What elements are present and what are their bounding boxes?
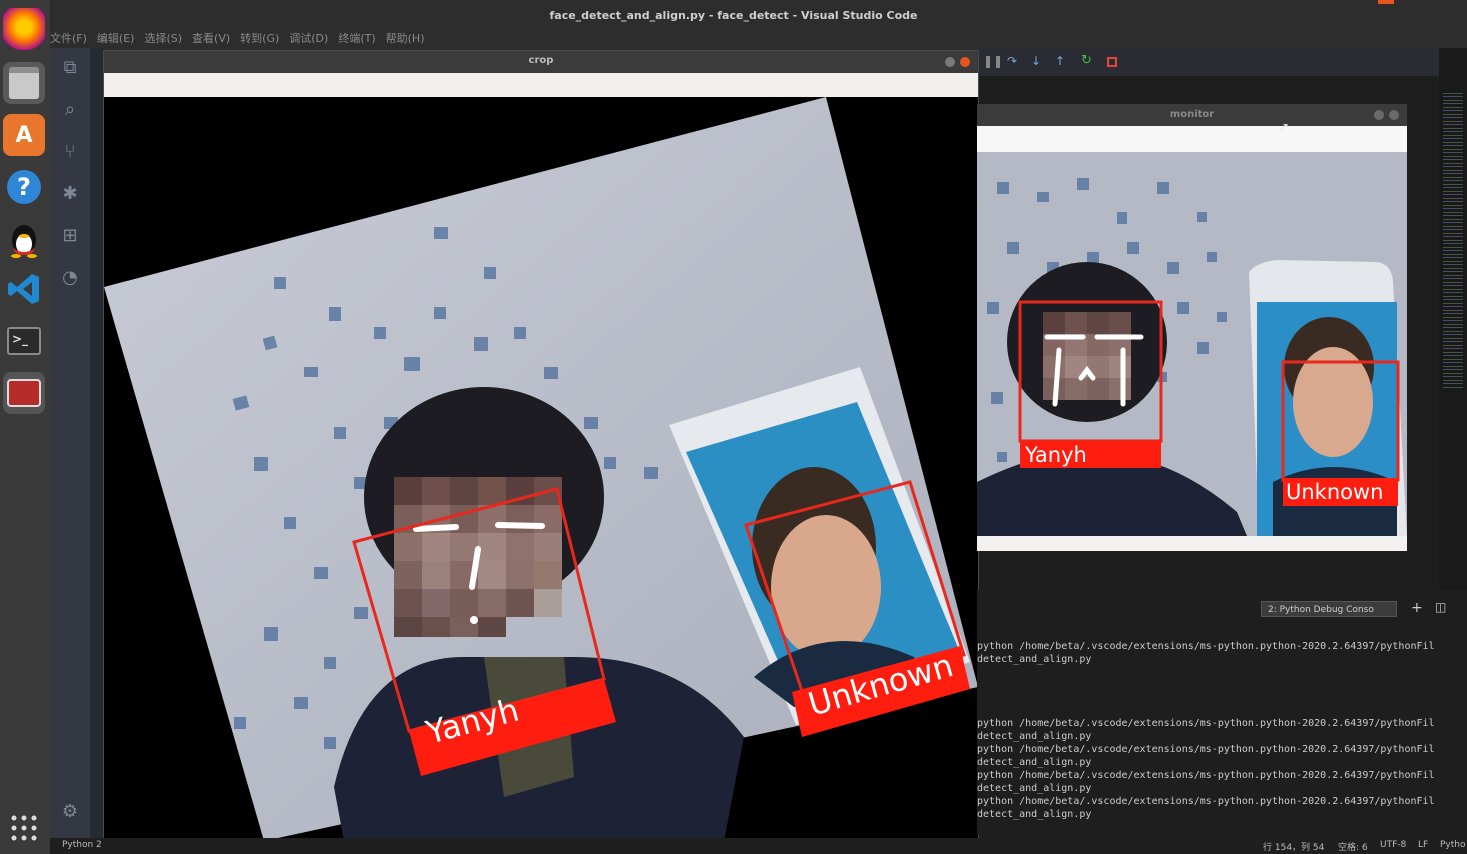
menu-debug[interactable]: 调试(D)	[289, 30, 328, 48]
menu-file[interactable]: 文件(F)	[50, 30, 87, 48]
minimap	[1439, 48, 1467, 668]
monitor-titlebar: monitor	[977, 104, 1407, 126]
status-interpreter[interactable]: Python 2	[62, 840, 102, 850]
step-over-icon[interactable]: ↷	[1007, 54, 1017, 68]
monitor-label-yanyh: Yanyh	[1025, 443, 1087, 467]
new-terminal-icon[interactable]: +	[1411, 600, 1423, 616]
terminal-icon[interactable]: >_	[3, 320, 45, 362]
crop-titlebar: crop	[104, 51, 978, 73]
restart-icon[interactable]: ↻	[1081, 53, 1092, 68]
qq-icon[interactable]	[3, 218, 45, 260]
extensions-icon[interactable]: ⊞	[58, 224, 82, 248]
monitor-image: Yanyh Unknown	[977, 152, 1407, 536]
crop-title: crop	[528, 55, 554, 66]
debug-toolbar: ❚❚ ↷ ↓ ↑ ↻	[977, 48, 1467, 668]
minimize-icon[interactable]	[945, 57, 955, 67]
terminal-line: detect_and_align.py	[977, 757, 1092, 768]
terminal-line: python /home/beta/.vscode/extensions/ms-…	[977, 718, 1435, 729]
step-into-icon[interactable]: ↓	[1031, 54, 1041, 68]
terminal-line: python /home/beta/.vscode/extensions/ms-…	[977, 770, 1435, 781]
explorer-icon[interactable]: ⧉	[58, 56, 82, 80]
menu-selection[interactable]: 选择(S)	[144, 30, 182, 48]
vscode-icon[interactable]	[3, 268, 45, 310]
close-indicator	[1378, 0, 1394, 4]
crop-window: crop Yanyh Unknown	[103, 50, 979, 842]
firefox-icon[interactable]	[3, 8, 45, 50]
menu-bar: 文件(F) 编辑(E) 选择(S) 查看(V) 转到(G) 调试(D) 终端(T…	[50, 30, 425, 48]
apps-grid-icon[interactable]	[10, 814, 38, 842]
crop-toolbar	[104, 73, 978, 97]
monitor-label-unknown: Unknown	[1286, 480, 1384, 504]
status-indentation[interactable]: 空格: 6	[1338, 840, 1368, 853]
terminal-line: python /home/beta/.vscode/extensions/ms-…	[977, 744, 1435, 755]
menu-view[interactable]: 查看(V)	[192, 30, 230, 48]
monitor-toolbar	[977, 126, 1407, 152]
terminal-line: python /home/beta/.vscode/extensions/ms-…	[977, 641, 1435, 652]
debug-icon[interactable]: ✱	[58, 182, 82, 206]
activity-bar: ⧉ ⌕ ⑂ ✱ ⊞ ◔ ⚙	[50, 48, 90, 838]
monitor-close-icon[interactable]	[1389, 110, 1399, 120]
monitor-window: monitor Yanyh Unknown ➚	[977, 104, 1407, 551]
window-title: face_detect_and_align.py - face_detect -…	[549, 9, 918, 22]
menu-terminal[interactable]: 终端(T)	[338, 30, 375, 48]
sidebar-edge	[90, 48, 104, 838]
launcher: A ? >_	[0, 0, 50, 854]
stop-icon[interactable]	[1107, 57, 1117, 67]
step-out-icon[interactable]: ↑	[1055, 54, 1065, 68]
pause-icon[interactable]: ❚❚	[983, 54, 1003, 68]
status-eol[interactable]: LF	[1418, 840, 1428, 850]
close-icon[interactable]	[960, 57, 970, 67]
monitor-minimize-icon[interactable]	[1374, 110, 1384, 120]
status-cursor-position[interactable]: 行 154，列 54	[1263, 840, 1324, 853]
status-bar: Python 2 行 154，列 54 空格: 6 UTF-8 LF Pytho	[50, 838, 1467, 854]
recorder-icon[interactable]	[3, 372, 45, 414]
terminal-line: detect_and_align.py	[977, 783, 1092, 794]
settings-gear-icon[interactable]: ⚙	[58, 800, 82, 824]
files-icon[interactable]	[3, 62, 45, 104]
top-bar: face_detect_and_align.py - face_detect -…	[0, 0, 1467, 50]
status-language[interactable]: Pytho	[1440, 840, 1466, 850]
status-encoding[interactable]: UTF-8	[1380, 840, 1406, 850]
remote-icon[interactable]: ◔	[58, 266, 82, 290]
menu-edit[interactable]: 编辑(E)	[97, 30, 135, 48]
terminal-line: detect_and_align.py	[977, 654, 1092, 665]
monitor-title: monitor	[1169, 109, 1215, 120]
terminal-line: detect_and_align.py	[977, 809, 1092, 820]
software-center-icon[interactable]: A	[3, 114, 45, 156]
source-control-icon[interactable]: ⑂	[58, 140, 82, 164]
terminal-line: detect_and_align.py	[977, 731, 1092, 742]
crop-image: Yanyh Unknown	[104, 97, 978, 841]
terminal-selector[interactable]: 2: Python Debug Conso	[1261, 601, 1397, 617]
menu-help[interactable]: 帮助(H)	[386, 30, 425, 48]
terminal-line: python /home/beta/.vscode/extensions/ms-…	[977, 796, 1435, 807]
help-icon[interactable]: ?	[3, 166, 45, 208]
terminal-panel: 2: Python Debug Conso + ◫ python /home/b…	[977, 590, 1467, 835]
menu-go[interactable]: 转到(G)	[240, 30, 279, 48]
search-icon[interactable]: ⌕	[58, 98, 82, 122]
mouse-cursor-icon: ➚	[1278, 120, 1290, 136]
split-terminal-icon[interactable]: ◫	[1435, 600, 1446, 614]
